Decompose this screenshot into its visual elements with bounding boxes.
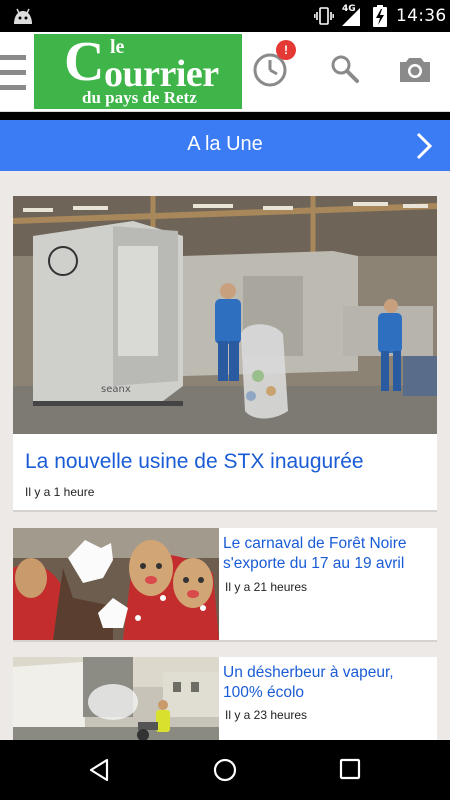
section-header[interactable]: A la Une	[0, 120, 450, 171]
app-header: le C ourrier du pays de Retz !	[0, 32, 450, 112]
system-nav-bar	[0, 740, 450, 800]
section-title: A la Une	[187, 133, 263, 155]
article-feed[interactable]: seanx La nouvelle usine de STX inaugurée…	[0, 171, 450, 740]
article-title[interactable]: La nouvelle usine de STX inaugurée	[25, 450, 364, 474]
camera-icon[interactable]	[398, 54, 432, 84]
signal-icon	[342, 8, 360, 26]
notification-badge: !	[276, 40, 296, 60]
logo-c: C	[64, 31, 105, 93]
article-timestamp: Il y a 23 heures	[225, 708, 308, 722]
article-title[interactable]: Un désherbeur à vapeur, 100% écolo	[223, 663, 433, 703]
article-card[interactable]: Le carnaval de Forêt Noire s'exporte du …	[13, 528, 437, 642]
chevron-right-icon[interactable]	[414, 132, 434, 160]
article-timestamp: Il y a 1 heure	[25, 485, 95, 499]
battery-icon	[373, 5, 387, 27]
logo-subtitle: du pays de Retz	[82, 88, 197, 107]
article-thumbnail	[13, 528, 219, 640]
vibrate-icon	[314, 7, 334, 25]
article-card-featured[interactable]: seanx La nouvelle usine de STX inaugurée…	[13, 196, 437, 512]
article-card[interactable]: Un désherbeur à vapeur, 100% écolo Il y …	[13, 657, 437, 740]
home-icon[interactable]	[212, 757, 238, 783]
article-thumbnail	[13, 657, 219, 740]
search-icon[interactable]	[330, 54, 360, 84]
article-title[interactable]: Le carnaval de Forêt Noire s'exporte du …	[223, 534, 433, 574]
clock: 14:36	[396, 6, 447, 26]
article-photo: seanx	[13, 196, 437, 434]
menu-icon[interactable]	[0, 52, 26, 94]
status-bar: 4G 14:36	[0, 0, 450, 32]
recent-apps-icon[interactable]	[338, 757, 362, 781]
back-icon[interactable]	[86, 757, 112, 783]
article-timestamp: Il y a 21 heures	[225, 580, 308, 594]
android-icon	[14, 8, 32, 24]
photo-label: seanx	[101, 384, 131, 395]
app-logo[interactable]: le C ourrier du pays de Retz	[34, 34, 242, 109]
